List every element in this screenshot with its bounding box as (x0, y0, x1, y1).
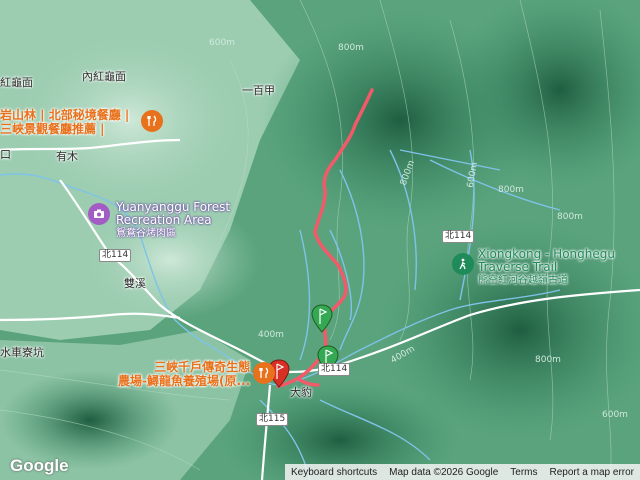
poi-forest-name: Recreation Area (116, 213, 212, 227)
report-error-link[interactable]: Report a map error (544, 467, 640, 478)
poi-restaurant-name: 岩山林 | 北部秘境餐廳 | (0, 108, 130, 122)
road-shield: 北114 (99, 249, 132, 262)
road-shield: 北114 (442, 230, 475, 243)
fork-knife-icon[interactable] (253, 362, 275, 384)
fork-knife-icon[interactable] (141, 110, 163, 132)
poi-farm[interactable]: 三峽千戶傳奇生態 農場-鱘龍魚養殖場(原... (118, 360, 250, 388)
road-shield: 北114 (318, 363, 351, 376)
contour-label: 600m (602, 410, 628, 420)
attribution-bar: Keyboard shortcuts Map data ©2026 Google… (284, 464, 640, 480)
poi-trail[interactable]: Xiongkong - Honghegu Traverse Trail 熊空紅河… (478, 248, 615, 287)
place-label: 水車寮坑 (0, 346, 44, 359)
poi-forest-sub: 鴛鴦谷烤肉區 (116, 228, 176, 239)
place-label: 口 (0, 148, 11, 161)
poi-farm-name: 三峽千戶傳奇生態 (154, 360, 251, 374)
poi-restaurant-name: 三峽景觀餐廳推薦 | (0, 122, 105, 136)
poi-restaurant[interactable]: 岩山林 | 北部秘境餐廳 | 三峽景觀餐廳推薦 | (0, 108, 129, 136)
google-logo: Google (10, 456, 69, 475)
contour-label: 800m (557, 212, 583, 222)
road-shield: 北115 (256, 413, 289, 426)
place-label: 有木 (56, 150, 78, 163)
place-label: 內紅龜面 (82, 70, 126, 83)
camera-icon[interactable] (88, 203, 110, 225)
contour-label: 800m (535, 355, 561, 365)
place-label: 紅龜面 (0, 76, 33, 89)
keyboard-shortcuts-link[interactable]: Keyboard shortcuts (285, 467, 383, 478)
poi-trail-sub: 熊空紅河谷越嶺古道 (478, 275, 568, 286)
contour-label: 400m (258, 330, 284, 340)
hiking-icon[interactable] (452, 253, 474, 275)
poi-farm-name: 農場-鱘龍魚養殖場(原... (118, 374, 251, 388)
place-label: 一百甲 (242, 84, 275, 97)
terms-link[interactable]: Terms (504, 467, 543, 478)
place-label: 雙溪 (124, 277, 146, 290)
place-label: 大豹 (290, 386, 312, 399)
map-data-text: Map data ©2026 Google (389, 466, 499, 478)
poi-trail-name: Traverse Trail (478, 260, 558, 274)
poi-forest[interactable]: Yuanyanggu Forest Recreation Area 鴛鴦谷烤肉區 (116, 201, 230, 240)
contour-label: 800m (338, 43, 364, 53)
contour-label: 600m (209, 38, 235, 48)
contour-label: 800m (498, 185, 524, 195)
